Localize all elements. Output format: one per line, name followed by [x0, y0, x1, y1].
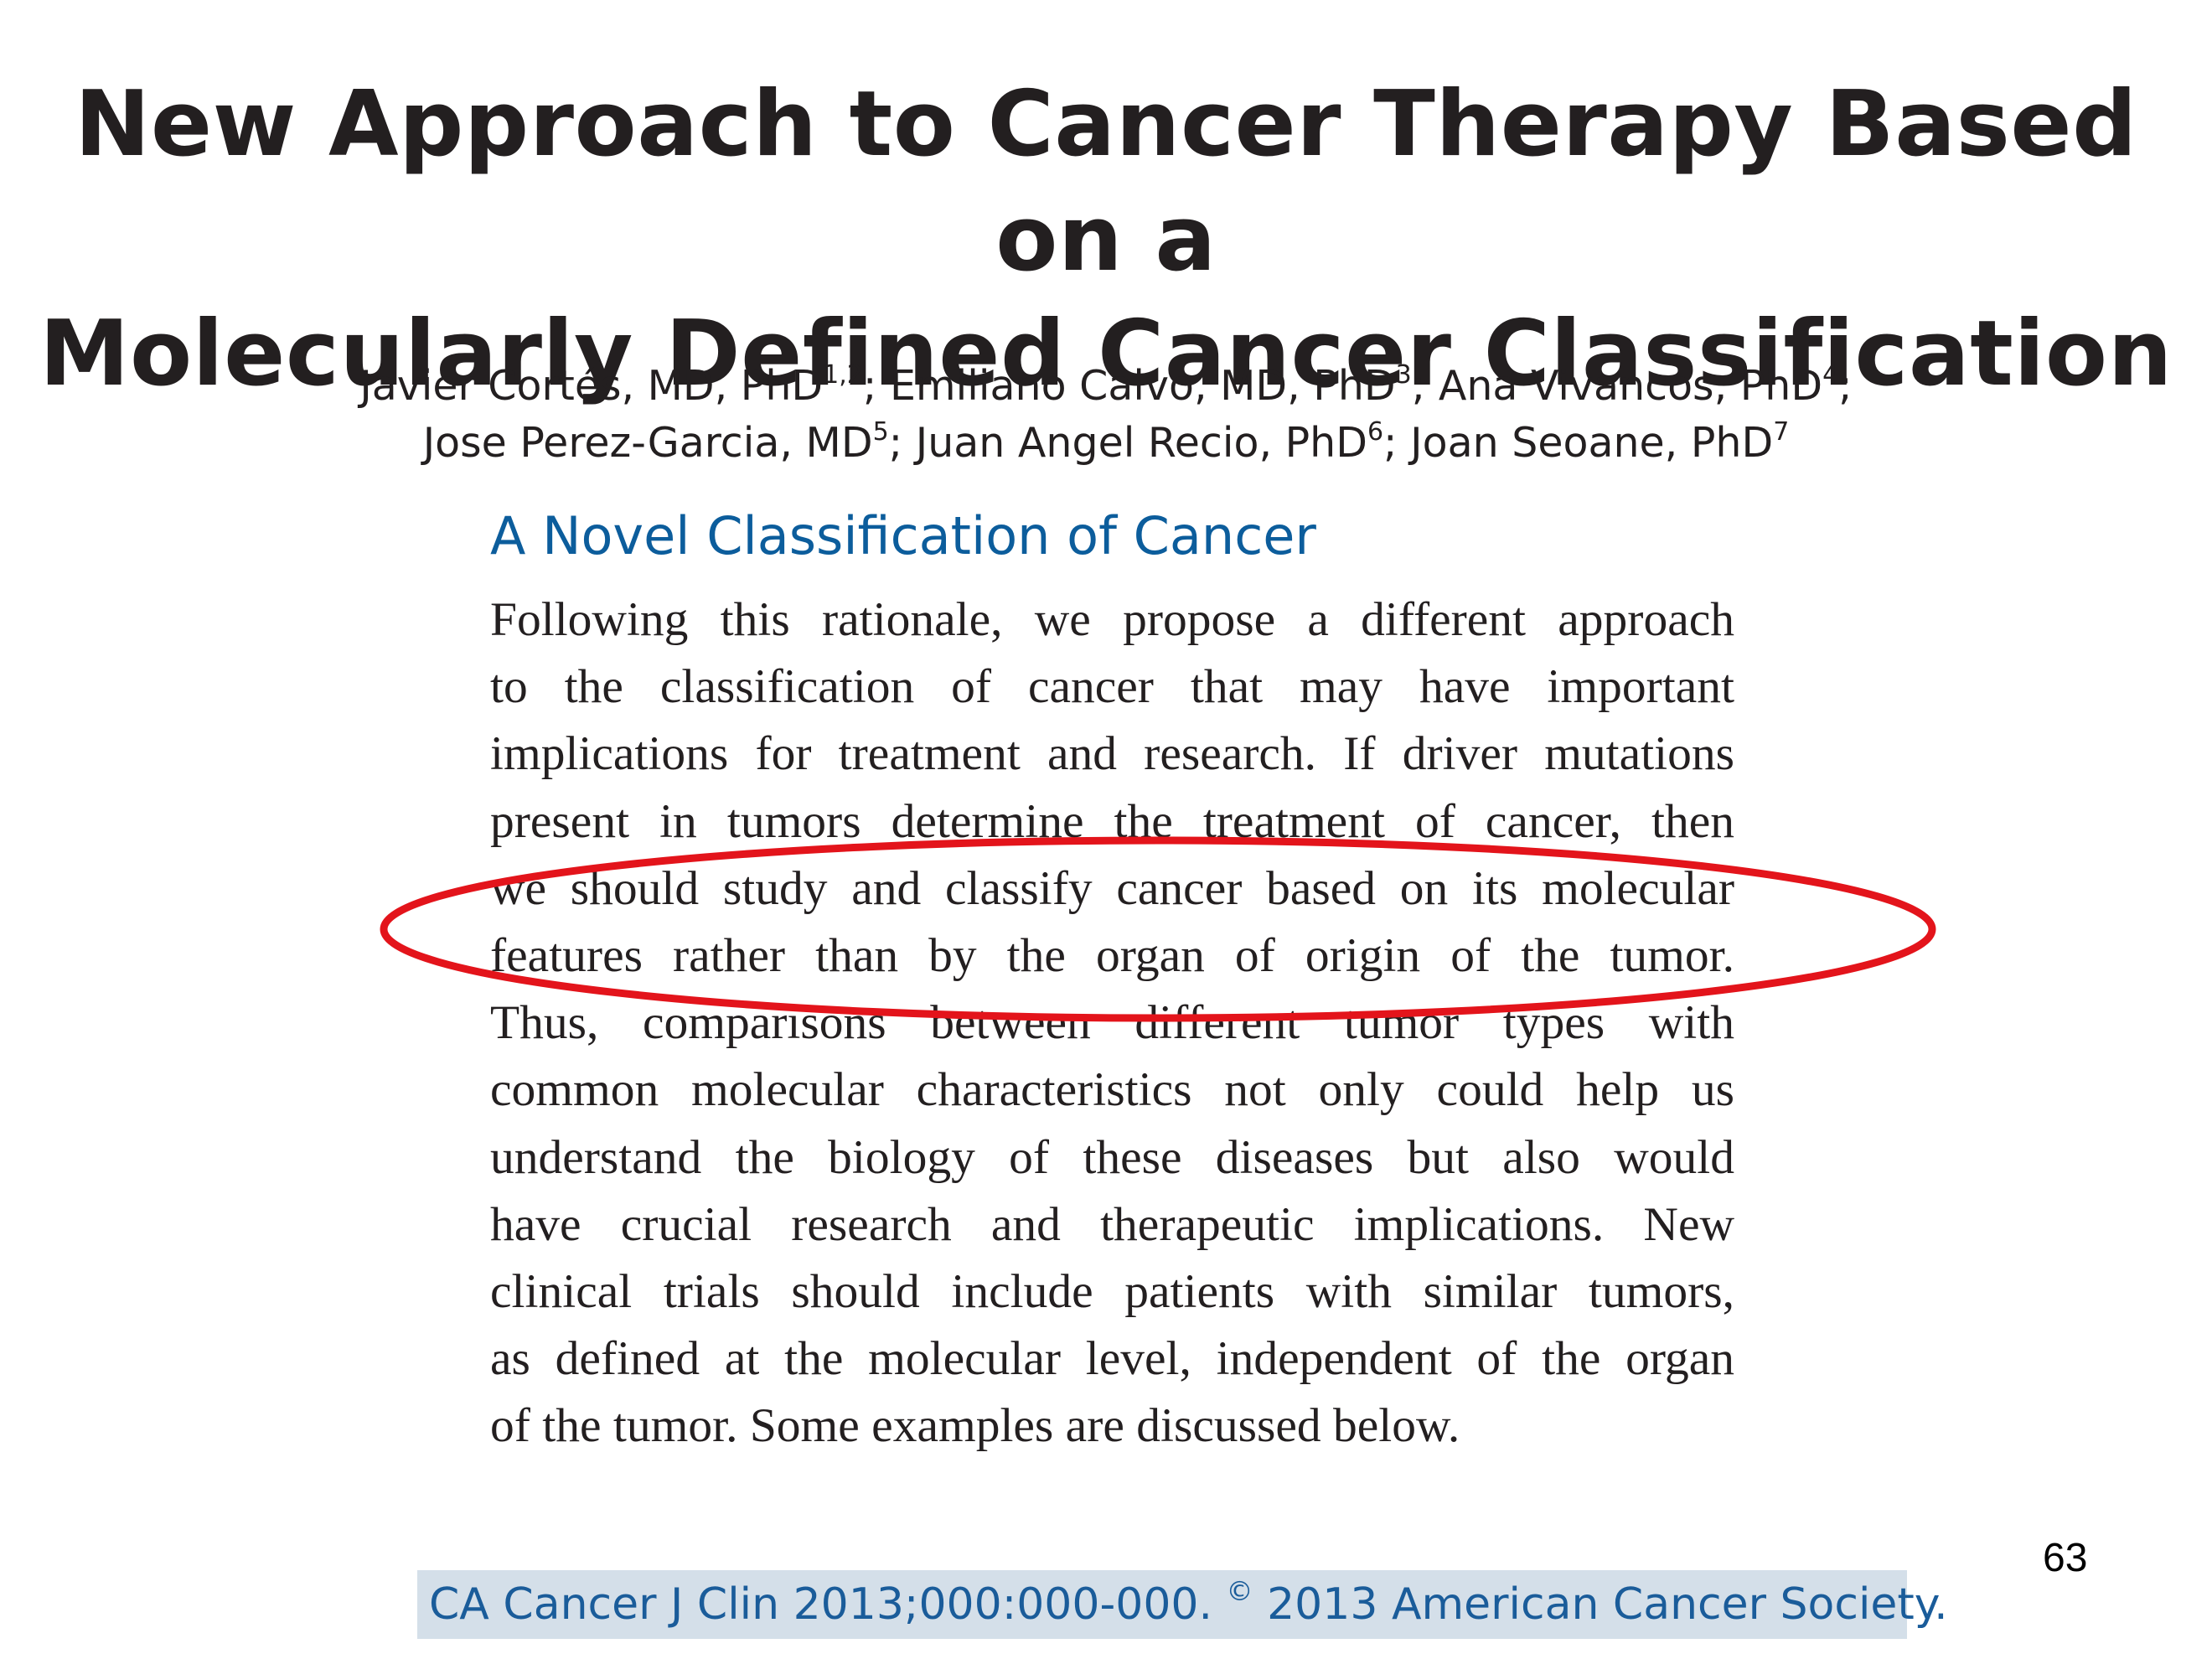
author-line-1: Javier Cortés, MD, PhD1,2; Emiliano Calv… — [0, 358, 2212, 415]
citation-journal: CA Cancer J Clin 2013;000:000-000. — [429, 1579, 1227, 1630]
paragraph-line: we should study and classify cancer base… — [490, 861, 1734, 915]
paragraph-line: implications for treatment and research.… — [490, 727, 1734, 781]
paragraph-line: Following this rationale, we propose a d… — [490, 593, 1734, 646]
author-separator: ; — [1838, 362, 1853, 410]
section-heading: A Novel Classification of Cancer — [490, 505, 1316, 566]
author-line-2: Jose Perez-Garcia, MD5; Juan Angel Recio… — [0, 415, 2212, 472]
paragraph-line: of the tumor. Some examples are discusse… — [490, 1399, 1460, 1453]
affiliation-superscript: 7 — [1773, 417, 1790, 447]
paragraph-line: to the classification of cancer that may… — [490, 660, 1734, 714]
affiliation-superscript: 1,2 — [823, 360, 863, 390]
author-separator: ; — [1383, 419, 1411, 467]
author-separator: ; — [1411, 362, 1439, 410]
author-name: Joan Seoane, PhD — [1410, 419, 1774, 467]
page-number: 63 — [2043, 1536, 2088, 1580]
author-separator: ; — [862, 362, 890, 410]
paragraph-line: common molecular characteristics not onl… — [490, 1063, 1734, 1117]
affiliation-superscript: 6 — [1367, 417, 1384, 447]
author-name: Juan Angel Recio, PhD — [915, 419, 1367, 467]
paragraph-line: understand the biology of these diseases… — [490, 1130, 1734, 1184]
paragraph-line: clinical trials should include patients … — [490, 1264, 1734, 1318]
body-paragraph: Following this rationale, we propose a d… — [490, 587, 1734, 1460]
author-name: Jose Perez-Garcia, MD — [422, 419, 873, 467]
author-name: Javier Cortés, MD, PhD — [359, 362, 824, 410]
affiliation-superscript: 4 — [1822, 360, 1839, 390]
paragraph-line: present in tumors determine the treatmen… — [490, 794, 1734, 848]
paragraph-line: features rather than by the organ of ori… — [490, 928, 1734, 982]
author-name: Ana Vivancos, PhD — [1438, 362, 1823, 410]
title-line-1: New Approach to Cancer Therapy Based on … — [75, 72, 2137, 292]
paragraph-line: have crucial research and therapeutic im… — [490, 1197, 1734, 1251]
affiliation-superscript: 5 — [872, 417, 889, 447]
copyright-symbol: © — [1226, 1575, 1253, 1607]
affiliation-superscript: 3 — [1395, 360, 1412, 390]
paragraph-line: Thus, comparisons between different tumo… — [490, 996, 1734, 1050]
author-list: Javier Cortés, MD, PhD1,2; Emiliano Calv… — [0, 358, 2212, 472]
citation-society: 2013 American Cancer Society. — [1253, 1579, 1948, 1630]
author-name: Emiliano Calvo, MD, PhD — [889, 362, 1396, 410]
author-separator: ; — [888, 419, 916, 467]
citation-bar: CA Cancer J Clin 2013;000:000-000. © 201… — [417, 1570, 1948, 1639]
paragraph-line: as defined at the molecular level, indep… — [490, 1332, 1734, 1386]
